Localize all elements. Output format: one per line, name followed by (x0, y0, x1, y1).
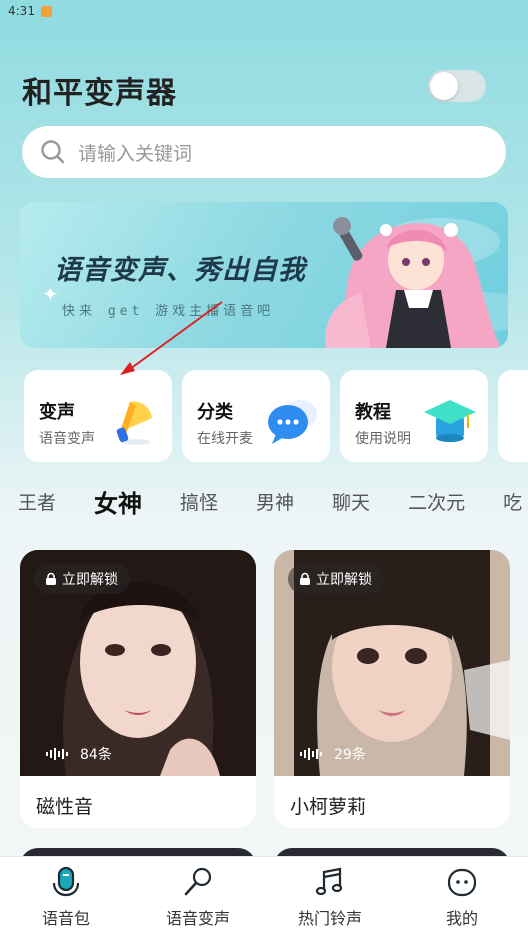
category-card[interactable]: 分类 在线开麦 (182, 370, 330, 462)
voice-count-text: 84条 (80, 747, 112, 763)
status-bar: 4:31 (0, 0, 528, 22)
tab-nanshen[interactable]: 男神 (256, 488, 294, 515)
lock-icon (300, 572, 310, 585)
unlock-label: 立即解锁 (62, 572, 118, 588)
nav-voice-packs[interactable]: 语音包 (0, 857, 132, 939)
search-bar[interactable]: 请输入关键词 (22, 126, 506, 178)
microphone-icon (52, 866, 80, 897)
status-time: 4:31 (8, 4, 35, 18)
card-title: 变声 (39, 402, 75, 423)
app-title: 和平变声器 (22, 76, 177, 111)
notification-app-icon (40, 5, 52, 17)
tab-gaoguai[interactable]: 搞怪 (180, 488, 218, 515)
nav-ringtones[interactable]: 热门铃声 (264, 857, 396, 939)
voice-count: 84条 (46, 744, 112, 764)
voice-pack-name: 磁性音 (36, 796, 94, 818)
unlock-label: 立即解锁 (316, 572, 372, 588)
tab-liaotian[interactable]: 聊天 (332, 488, 370, 515)
unlock-badge[interactable]: 立即解锁 (288, 564, 384, 594)
tutorial-card[interactable]: 教程 使用说明 (340, 370, 488, 462)
megaphone-icon (116, 401, 152, 445)
tab-erciyuan[interactable]: 二次元 (408, 488, 465, 515)
unlock-badge[interactable]: 立即解锁 (34, 564, 130, 594)
nav-label: 语音变声 (165, 909, 230, 928)
nav-voice-change[interactable]: 语音变声 (132, 857, 264, 939)
anime-girl-illustration (325, 217, 501, 348)
toggle-knob (430, 72, 458, 100)
nav-label: 我的 (445, 909, 478, 928)
music-note-icon (315, 867, 343, 896)
voice-count-text: 29条 (334, 747, 366, 763)
chat-bubble-icon (268, 400, 317, 444)
promo-banner[interactable]: ✦ 语音变声、秀出自我 快来 get 游戏主播语音吧 (20, 202, 508, 348)
voice-change-card[interactable]: 变声 语音变声 (24, 370, 172, 462)
card-subtitle: 使用说明 (355, 431, 411, 447)
voice-count: 29条 (300, 744, 366, 764)
graduation-cap-icon (424, 400, 476, 442)
voice-change-icon (184, 867, 212, 896)
mode-toggle[interactable] (428, 70, 486, 102)
tab-chi[interactable]: 吃 (503, 488, 522, 515)
search-icon (41, 140, 65, 164)
tab-wangzhe[interactable]: 王者 (18, 488, 56, 515)
voice-pack-name: 小柯萝莉 (290, 796, 367, 818)
waveform-icon (46, 748, 68, 760)
search-placeholder: 请输入关键词 (78, 142, 193, 165)
voice-pack-grid: 立即解锁 84条 磁性音 立即解锁 29条 小柯萝莉 (20, 550, 510, 828)
category-tabs: 王者 女神 搞怪 男神 聊天 二次元 吃 (18, 484, 528, 519)
feature-cards: 变声 语音变声 分类 在线开麦 教程 使用说明 (24, 370, 488, 462)
nav-profile[interactable]: 我的 (396, 857, 528, 939)
feature-card-peek[interactable] (498, 370, 528, 462)
banner-subtext: 快来 get 游戏主播语音吧 (62, 304, 275, 319)
card-title: 教程 (355, 402, 391, 423)
nav-label: 语音包 (41, 909, 90, 928)
tab-nvshen[interactable]: 女神 (94, 484, 142, 519)
lock-icon (46, 572, 56, 585)
waveform-icon (300, 748, 322, 760)
card-title: 分类 (197, 402, 233, 423)
profile-face-icon (447, 868, 477, 897)
card-subtitle: 语音变声 (39, 431, 95, 447)
voice-pack-card[interactable]: 立即解锁 84条 磁性音 (20, 550, 256, 828)
bottom-nav: 语音包 语音变声 热门铃声 我的 (0, 856, 528, 939)
nav-label: 热门铃声 (297, 909, 362, 928)
voice-pack-card[interactable]: 立即解锁 29条 小柯萝莉 (274, 550, 510, 828)
banner-headline: 语音变声、秀出自我 (54, 255, 306, 286)
card-subtitle: 在线开麦 (197, 431, 253, 447)
